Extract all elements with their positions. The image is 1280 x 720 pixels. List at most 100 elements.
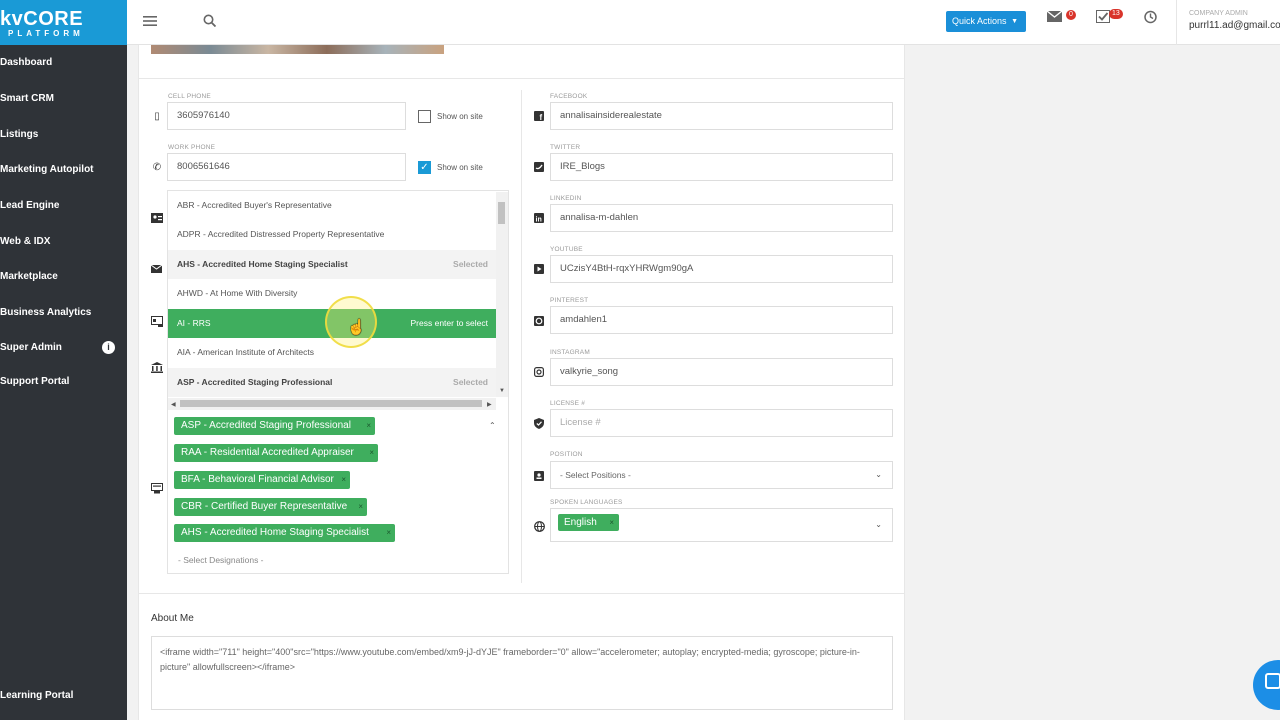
instagram-icon [534, 367, 544, 377]
scrollbar-thumb[interactable] [498, 202, 505, 224]
sidebar-item-dashboard[interactable]: Dashboard [0, 57, 52, 68]
facebook-icon: f [534, 111, 544, 121]
remove-tag-icon[interactable]: × [609, 514, 614, 531]
quick-actions-label: Quick Actions [952, 16, 1007, 26]
institution-icon [151, 362, 163, 373]
facebook-input[interactable]: annalisainsiderealestate [550, 102, 893, 130]
pinterest-input[interactable]: amdahlen1 [550, 306, 893, 334]
designation-tag: BFA - Behavioral Financial Advisor × [174, 471, 350, 489]
account-role: COMPANY ADMIN [1189, 10, 1248, 17]
logo-subtext: PLATFORM [8, 29, 84, 38]
about-me-title: About Me [151, 613, 194, 624]
hand-cursor-icon: ☝ [347, 319, 366, 336]
remove-tag-icon[interactable]: × [386, 524, 391, 542]
option-label: AHS - Accredited Home Staging Specialist [177, 259, 348, 269]
scrollbar-thumb[interactable] [180, 400, 482, 407]
linkedin-input[interactable]: annalisa-m-dahlen [550, 204, 893, 232]
dropdown-option[interactable]: ADPR - Accredited Distressed Property Re… [168, 220, 496, 249]
address-card-icon [151, 316, 163, 327]
designation-tag: AHS - Accredited Home Staging Specialist… [174, 524, 395, 542]
designations-placeholder[interactable]: - Select Designations - [178, 555, 264, 565]
position-label: POSITION [550, 451, 583, 458]
badge-icon [534, 471, 544, 481]
work-phone-input[interactable]: 8006561646 [167, 153, 406, 181]
globe-icon [534, 521, 545, 532]
tasks-check-icon[interactable] [1096, 10, 1110, 23]
profile-photo[interactable] [151, 45, 444, 54]
scroll-left-arrow-icon[interactable]: ◀ [171, 401, 176, 408]
instagram-input[interactable]: valkyrie_song [550, 358, 893, 386]
license-label: LICENSE # [550, 400, 586, 407]
tag-label: RAA - Residential Accredited Appraiser [181, 447, 354, 458]
option-hint: Press enter to select [410, 318, 488, 328]
tag-label: BFA - Behavioral Financial Advisor [181, 474, 334, 485]
dropdown-option[interactable]: AHS - Accredited Home Staging Specialist… [168, 250, 496, 279]
dropdown-option[interactable]: ABR - Accredited Buyer's Representative [168, 191, 496, 220]
shield-check-icon [534, 418, 544, 429]
cell-show-on-site-checkbox[interactable] [418, 110, 431, 123]
dropdown-horizontal-scrollbar[interactable] [168, 398, 496, 410]
option-state: Selected [453, 259, 488, 269]
tag-label: CBR - Certified Buyer Representative [181, 501, 348, 512]
sidebar-item-super-admin[interactable]: Super Admin [0, 342, 62, 353]
about-me-textarea[interactable]: <iframe width="711" height="400"src="htt… [151, 636, 893, 710]
sidebar-item-business-analytics[interactable]: Business Analytics [0, 307, 91, 318]
remove-tag-icon[interactable]: × [358, 498, 363, 516]
dropdown-option[interactable]: AIA - American Institute of Architects [168, 338, 496, 367]
sidebar-item-marketplace[interactable]: Marketplace [0, 271, 58, 282]
sidebar-item-listings[interactable]: Listings [0, 129, 38, 140]
sidebar-item-web-idx[interactable]: Web & IDX [0, 236, 50, 247]
option-label: AI - RRS [177, 318, 211, 328]
kvcore-logo[interactable]: kvCORE PLATFORM [0, 0, 127, 45]
envelope-icon [151, 265, 162, 273]
remove-tag-icon[interactable]: × [341, 471, 346, 489]
instagram-label: INSTAGRAM [550, 349, 590, 356]
topbar-divider [1176, 0, 1177, 45]
chevron-up-icon[interactable]: ⌃ [489, 421, 496, 430]
chevron-down-icon: ▼ [1011, 18, 1018, 25]
facebook-label: FACEBOOK [550, 93, 588, 100]
linkedin-label: LINKEDIN [550, 195, 582, 202]
work-show-on-site-checkbox[interactable]: ✓ [418, 161, 431, 174]
hamburger-menu-icon[interactable] [143, 15, 157, 27]
chevron-down-icon: ⌄ [875, 470, 882, 479]
scroll-right-arrow-icon[interactable]: ▶ [487, 401, 492, 408]
history-icon[interactable] [1143, 10, 1157, 24]
license-input[interactable]: License # [550, 409, 893, 437]
language-tag-label: English [564, 517, 597, 528]
position-select[interactable]: - Select Positions - ⌄ [550, 461, 893, 489]
search-icon[interactable] [203, 14, 216, 27]
sidebar-item-marketing-autopilot[interactable]: Marketing Autopilot [0, 164, 94, 175]
option-state: Selected [453, 377, 488, 387]
sidebar: kvCORE PLATFORM Dashboard Smart CRM List… [0, 0, 127, 720]
work-phone-label: WORK PHONE [168, 144, 216, 151]
remove-tag-icon[interactable]: × [369, 444, 374, 462]
sidebar-item-support-portal[interactable]: Support Portal [0, 376, 69, 387]
position-placeholder: - Select Positions - [560, 470, 631, 480]
dropdown-option[interactable]: ASP - Accredited Staging Professional Sel… [168, 368, 496, 397]
show-on-site-label: Show on site [437, 112, 483, 121]
dropdown-vertical-scrollbar[interactable] [496, 192, 508, 397]
sidebar-item-lead-engine[interactable]: Lead Engine [0, 200, 59, 211]
language-tag: English × [558, 514, 619, 531]
sidebar-item-smart-crm[interactable]: Smart CRM [0, 93, 54, 104]
account-email[interactable]: purrl11.ad@gmail.co [1189, 20, 1280, 31]
quick-actions-button[interactable]: Quick Actions ▼ [946, 11, 1026, 32]
remove-tag-icon[interactable]: × [366, 417, 371, 435]
tag-label: ASP - Accredited Staging Professional [181, 420, 351, 431]
twitter-icon [534, 162, 544, 172]
phone-icon: ✆ [152, 162, 162, 173]
mail-icon[interactable] [1047, 11, 1062, 22]
scroll-down-arrow-icon[interactable]: ▼ [499, 388, 505, 394]
chat-icon [1265, 673, 1280, 689]
youtube-input[interactable]: UCzisY4BtH-rqxYHRWgm90gA [550, 255, 893, 283]
option-label: ABR - Accredited Buyer's Representative [177, 200, 332, 210]
designation-tag: CBR - Certified Buyer Representative × [174, 498, 367, 516]
cell-phone-input[interactable]: 3605976140 [167, 102, 406, 130]
mobile-phone-icon: ▯ [154, 111, 160, 122]
svg-text:in: in [536, 217, 542, 224]
twitter-input[interactable]: IRE_Blogs [550, 153, 893, 181]
sidebar-item-learning-portal[interactable]: Learning Portal [0, 690, 73, 701]
tag-label: AHS - Accredited Home Staging Specialist [181, 527, 369, 538]
pinterest-icon [534, 316, 544, 326]
